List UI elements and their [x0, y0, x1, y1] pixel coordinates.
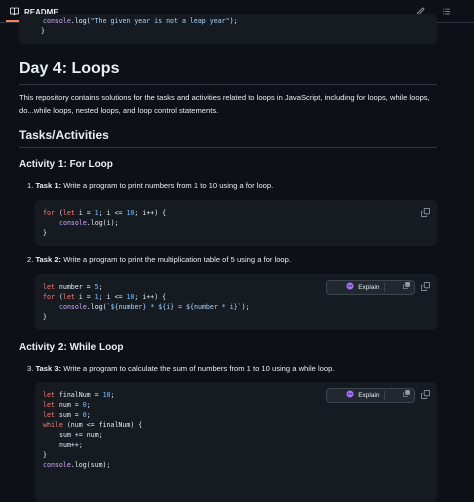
copy-icon[interactable]	[419, 280, 431, 292]
task-text: Write a program to print numbers from 1 …	[61, 181, 274, 190]
explain-label: Explain	[358, 283, 380, 291]
copilot-icon	[332, 272, 354, 304]
code-line: let num = 0;	[43, 401, 91, 409]
activity-1-heading: Activity 1: For Loop	[19, 159, 113, 170]
copilot-icon	[332, 380, 354, 412]
task-label: Task 2:	[35, 255, 62, 264]
code-line: let sum = 0;	[43, 411, 91, 419]
code-line: num++;	[59, 441, 83, 449]
outline-list-icon[interactable]	[440, 5, 452, 17]
task-1: 1. Task 1: Write a program to print numb…	[27, 181, 273, 190]
divider	[383, 283, 385, 292]
explain-copy-icon[interactable]	[389, 380, 410, 411]
task-label: Task 3:	[35, 364, 62, 373]
list-number: 1.	[27, 181, 34, 190]
code-block-previous: console.log("The given year is not a lea…	[19, 14, 437, 44]
code-line: }	[41, 27, 45, 35]
code-line: }	[43, 229, 47, 237]
code-line: for (let i = 1; i <= 10; i++) {	[43, 209, 167, 217]
explain-label: Explain	[358, 391, 380, 399]
task-text: Write a program to calculate the sum of …	[61, 364, 335, 373]
code-block-task-3: let finalNum = 10; let num = 0; let sum …	[35, 382, 437, 502]
explain-copy-icon[interactable]	[389, 272, 410, 303]
activity-2-heading: Activity 2: While Loop	[19, 342, 124, 353]
code-line: console.log(i);	[59, 219, 119, 227]
code-block-task-1: for (let i = 1; i <= 10; i++) { console.…	[35, 200, 437, 246]
code-line: while (num <= finalNum) {	[43, 421, 143, 429]
code-line: }	[43, 313, 47, 321]
code-line: for (let i = 1; i <= 10; i++) {	[43, 293, 167, 301]
list-number: 3.	[27, 364, 34, 373]
code-line: console.log(`${number} * ${i} = ${number…	[59, 303, 250, 311]
code-line: let finalNum = 10;	[43, 391, 115, 399]
code-line: sum += num;	[59, 431, 103, 439]
list-number: 2.	[27, 255, 34, 264]
copy-icon[interactable]	[419, 388, 431, 400]
task-label: Task 1:	[35, 181, 62, 190]
code-line: console.log(sum);	[43, 461, 111, 469]
page-title: Day 4: Loops	[19, 60, 437, 85]
intro-paragraph: This repository contains solutions for t…	[19, 93, 430, 115]
explain-button[interactable]: Explain	[325, 388, 415, 403]
task-2: 2. Task 2: Write a program to print the …	[27, 255, 291, 264]
code-line: console.log("The given year is not a lea…	[43, 17, 238, 25]
book-icon	[10, 7, 19, 18]
divider	[383, 391, 385, 400]
code-line: }	[43, 451, 47, 459]
copy-icon[interactable]	[419, 206, 431, 218]
task-text: Write a program to print the multiplicat…	[61, 255, 291, 264]
tasks-heading: Tasks/Activities	[19, 128, 437, 148]
code-block-task-2: let number = 5; for (let i = 1; i <= 10;…	[35, 274, 437, 330]
explain-button[interactable]: Explain	[325, 280, 415, 295]
code-line: let number = 5;	[43, 283, 103, 291]
task-3: 3. Task 3: Write a program to calculate …	[27, 364, 334, 373]
